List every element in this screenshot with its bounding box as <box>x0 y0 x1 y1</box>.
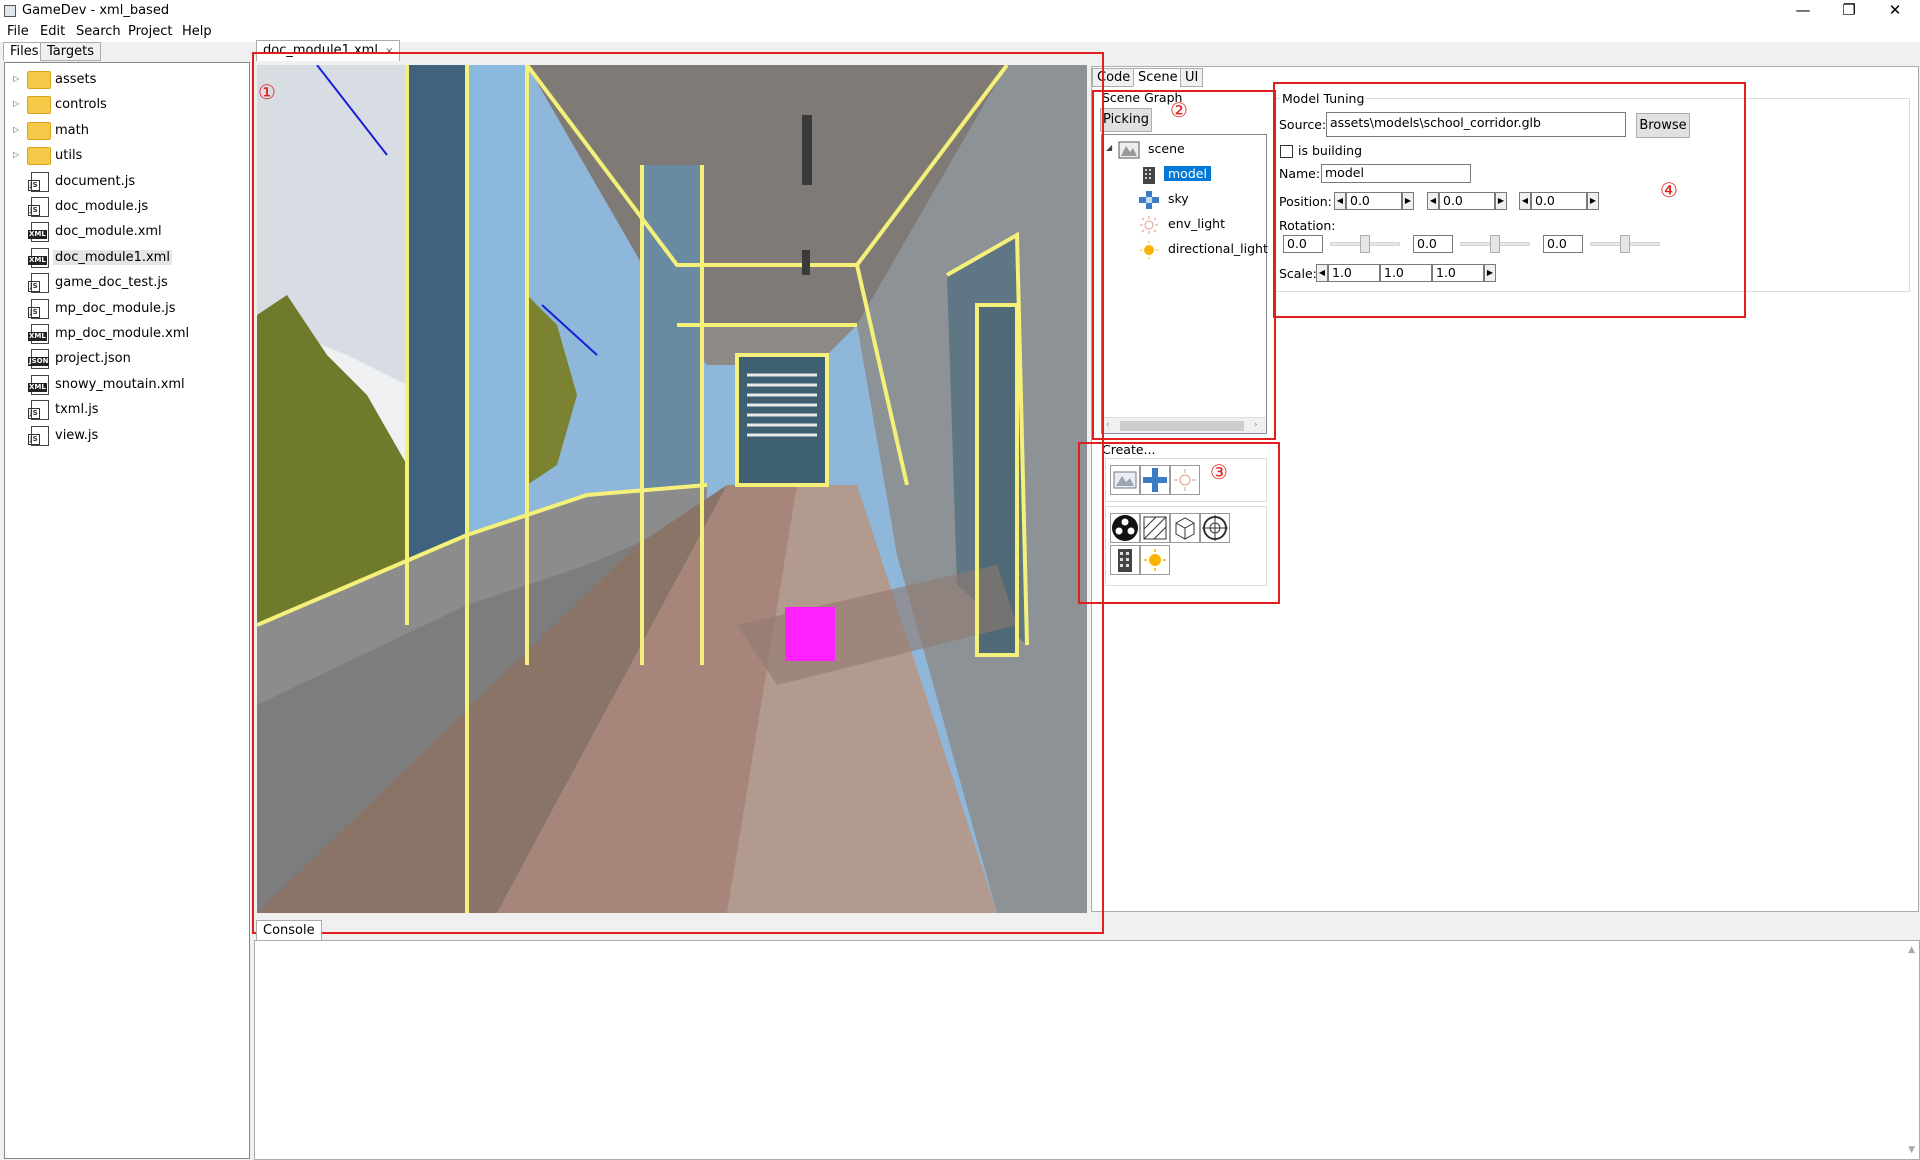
file-item[interactable]: XML snowy_moutain.xml <box>5 374 245 396</box>
js-file-icon: JS <box>28 171 49 192</box>
file-tree: ▷ assets ▷ controls ▷ math ▷ utils JS document.js… <box>4 62 250 1159</box>
file-item[interactable]: JS doc_module.js <box>5 196 245 218</box>
annotation-marker-3: ③ <box>1210 460 1228 484</box>
close-button[interactable]: ✕ <box>1872 0 1918 22</box>
xml-file-icon: XML <box>28 374 49 395</box>
file-tree-label: controls <box>55 97 107 113</box>
expand-arrow-icon[interactable]: ▷ <box>13 99 19 108</box>
file-type-badge: XML <box>28 332 47 341</box>
file-type-badge: JSON <box>28 357 50 367</box>
file-type-badge: XML <box>28 230 47 240</box>
file-item[interactable]: JS view.js <box>5 425 245 447</box>
file-type-badge: XML <box>28 255 47 265</box>
xml-file-icon: XML <box>28 222 49 243</box>
menu-bar: File Edit Search Project Help <box>0 22 1920 42</box>
tab-scene[interactable]: Scene <box>1133 68 1183 87</box>
console-output[interactable]: ▲ ▼ <box>254 940 1920 1160</box>
file-type-badge: XML <box>28 382 47 392</box>
file-tree-label: math <box>55 122 89 138</box>
tab-console[interactable]: Console <box>256 920 322 940</box>
js-file-icon: JS <box>28 298 49 319</box>
folder-item[interactable]: ▷ math <box>5 120 245 142</box>
menu-project[interactable]: Project <box>128 24 172 39</box>
expand-arrow-icon[interactable]: ▷ <box>13 150 19 159</box>
file-tree-label: assets <box>55 72 97 87</box>
file-tree-label: doc_module.xml <box>55 224 162 240</box>
js-file-icon: JS <box>28 425 49 446</box>
xml-file-icon: XML <box>28 324 49 344</box>
annotation-box-scene-graph <box>1092 90 1276 440</box>
folder-item[interactable]: ▷ assets <box>5 69 245 91</box>
js-file-icon: JS <box>28 400 49 421</box>
file-tree-label: doc_module1.xml <box>53 249 172 265</box>
file-tree-label: txml.js <box>55 402 99 418</box>
file-item[interactable]: XML doc_module.xml <box>5 221 245 243</box>
folder-icon <box>27 96 51 115</box>
expand-arrow-icon[interactable]: ▷ <box>13 74 19 83</box>
js-file-icon: JS <box>28 273 49 294</box>
file-type-badge: JS <box>28 205 40 216</box>
scroll-up-icon[interactable]: ▲ <box>1908 945 1915 955</box>
scroll-down-icon[interactable]: ▼ <box>1908 1145 1915 1155</box>
json-file-icon: JSON <box>28 349 50 370</box>
xml-file-icon: XML <box>28 247 49 268</box>
file-tree-label: game_doc_test.js <box>55 275 168 291</box>
file-item[interactable]: JS game_doc_test.js <box>5 272 245 294</box>
file-tree-label: mp_doc_module.xml <box>55 326 190 341</box>
title-bar: GameDev - xml_based — ❐ ✕ <box>0 0 1920 22</box>
file-type-badge: JS <box>28 306 40 318</box>
minimize-button[interactable]: — <box>1780 0 1826 22</box>
annotation-marker-1: ① <box>258 80 276 104</box>
window-title: GameDev - xml_based <box>22 3 170 18</box>
annotation-box-viewport <box>252 52 1104 934</box>
folder-icon <box>27 71 51 89</box>
restore-button[interactable]: ❐ <box>1826 0 1872 22</box>
annotation-box-create <box>1078 442 1280 604</box>
file-item[interactable]: XML doc_module1.xml <box>5 247 245 269</box>
annotation-marker-2: ② <box>1170 98 1188 122</box>
annotation-marker-4: ④ <box>1660 178 1678 202</box>
file-type-badge: JS <box>28 433 40 445</box>
file-tree-label: project.json <box>55 351 131 367</box>
app-icon <box>4 5 16 17</box>
file-tree-label: utils <box>55 148 83 164</box>
tab-ui[interactable]: UI <box>1180 68 1204 87</box>
expand-arrow-icon[interactable]: ▷ <box>13 125 19 134</box>
tab-targets[interactable]: Targets <box>40 42 101 61</box>
file-item[interactable]: JSON project.json <box>5 348 245 370</box>
file-tree-label: snowy_moutain.xml <box>55 376 185 392</box>
file-tree-label: doc_module.js <box>55 199 149 214</box>
file-type-badge: JS <box>28 408 40 420</box>
folder-item[interactable]: ▷ controls <box>5 94 245 116</box>
js-file-icon: JS <box>28 197 49 217</box>
file-type-badge: JS <box>28 281 40 293</box>
file-tree-label: mp_doc_module.js <box>55 300 176 316</box>
file-type-badge: JS <box>28 179 40 191</box>
folder-icon <box>27 121 51 140</box>
file-tree-label: view.js <box>55 427 99 443</box>
file-item[interactable]: JS txml.js <box>5 399 245 421</box>
menu-search[interactable]: Search <box>76 24 121 39</box>
folder-item[interactable]: ▷ utils <box>5 145 245 167</box>
menu-help[interactable]: Help <box>182 24 212 39</box>
menu-file[interactable]: File <box>7 24 29 39</box>
folder-icon <box>27 147 51 166</box>
file-item[interactable]: JS mp_doc_module.js <box>5 298 245 320</box>
menu-edit[interactable]: Edit <box>40 24 65 39</box>
file-tree-label: document.js <box>55 173 136 189</box>
file-item[interactable]: XML mp_doc_module.xml <box>5 323 245 345</box>
file-item[interactable]: JS document.js <box>5 171 245 193</box>
